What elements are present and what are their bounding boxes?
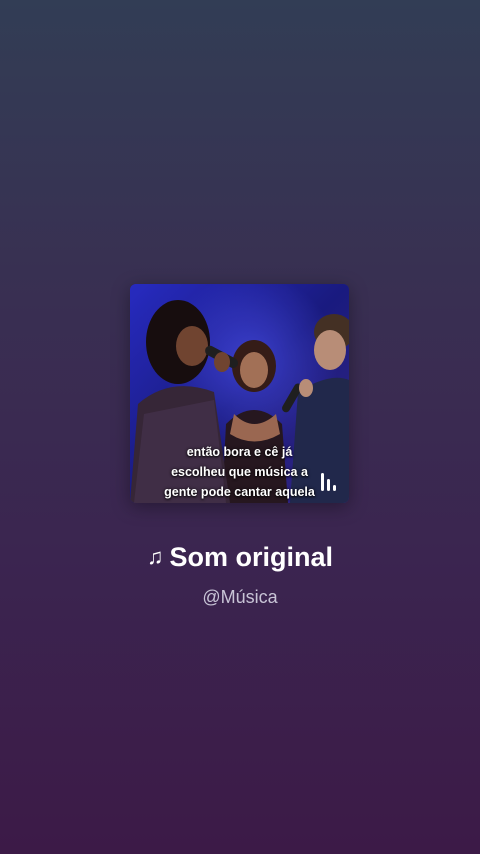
- cover-caption: então bora e cê já escolheu que música a…: [130, 442, 349, 502]
- caption-line: então bora e cê já: [186, 445, 293, 459]
- caption-line: gente pode cantar aquela: [164, 485, 315, 499]
- caption-line: escolheu que música a: [171, 465, 308, 479]
- track-title: Som original: [169, 542, 334, 572]
- artist-link[interactable]: @Música: [0, 584, 480, 610]
- track-title-row: ♫ Som original: [0, 538, 480, 576]
- audio-equalizer-icon: [321, 473, 336, 491]
- music-note-icon: ♫: [146, 544, 164, 569]
- album-cover[interactable]: então bora e cê já escolheu que música a…: [130, 284, 349, 503]
